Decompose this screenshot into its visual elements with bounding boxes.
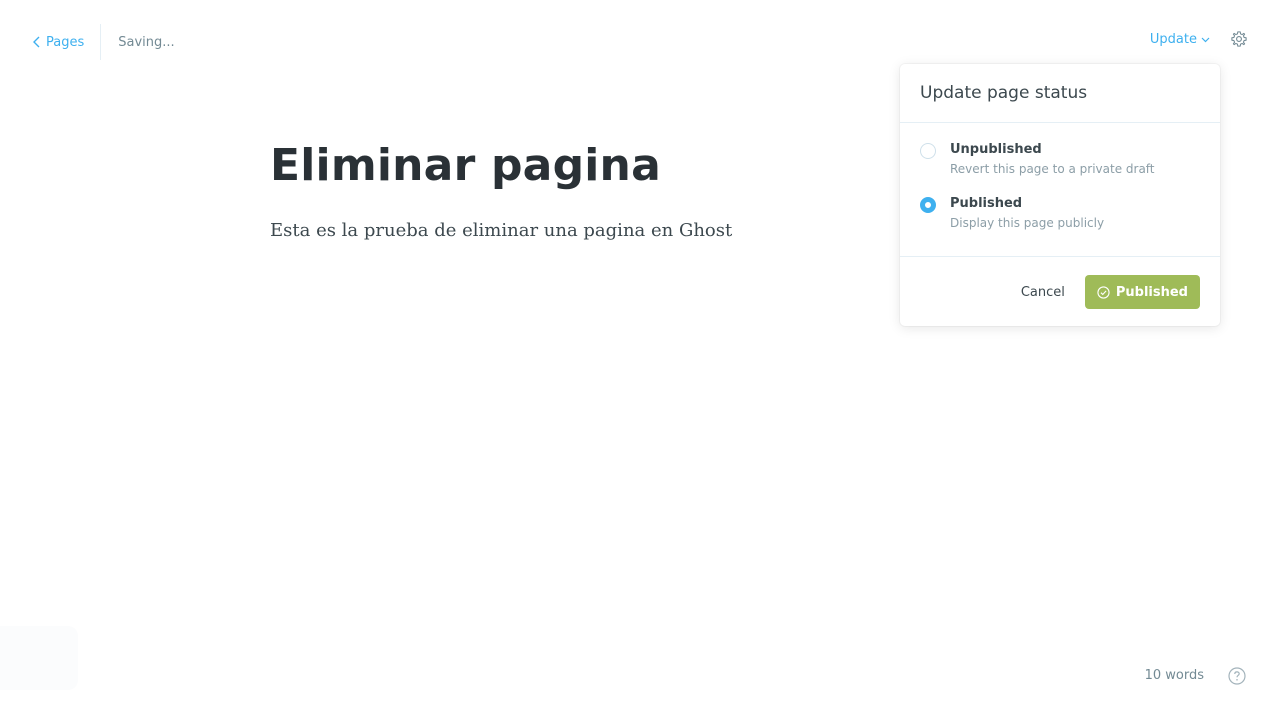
editor-page: Pages Saving... Update Eliminar pagina E… bbox=[0, 0, 1280, 720]
chevron-down-icon bbox=[1201, 37, 1210, 43]
check-circle-icon bbox=[1097, 285, 1110, 299]
dropdown-footer: Cancel Published bbox=[900, 257, 1220, 327]
word-count: 10 words bbox=[1144, 668, 1204, 683]
option-unpublished[interactable]: Unpublished Revert this page to a privat… bbox=[920, 141, 1200, 177]
help-circle-icon[interactable] bbox=[1228, 667, 1246, 685]
status-options: Unpublished Revert this page to a privat… bbox=[900, 123, 1220, 257]
cancel-button[interactable]: Cancel bbox=[1021, 285, 1065, 300]
radio-unpublished[interactable] bbox=[920, 143, 936, 159]
update-status-dropdown: Update page status Unpublished Revert th… bbox=[900, 64, 1220, 326]
dropdown-heading: Update page status bbox=[900, 64, 1220, 123]
bottom-left-panel bbox=[0, 626, 78, 690]
gear-icon[interactable] bbox=[1230, 30, 1248, 48]
save-status: Saving... bbox=[118, 34, 175, 50]
option-title: Unpublished bbox=[950, 142, 1042, 157]
editor-nav: Pages Saving... bbox=[32, 24, 175, 60]
option-published[interactable]: Published Display this page publicly bbox=[920, 195, 1200, 231]
back-label: Pages bbox=[46, 34, 85, 50]
option-description: Display this page publicly bbox=[950, 216, 1105, 230]
update-menu-trigger[interactable]: Update bbox=[1150, 32, 1210, 47]
option-published-text: Published Display this page publicly bbox=[950, 195, 1104, 231]
page-body[interactable]: Esta es la prueba de eliminar una pagina… bbox=[270, 220, 732, 241]
update-label: Update bbox=[1149, 31, 1197, 47]
radio-published[interactable] bbox=[920, 197, 936, 213]
publish-button[interactable]: Published bbox=[1084, 275, 1200, 309]
publish-button-label: Published bbox=[1115, 284, 1188, 300]
option-unpublished-text: Unpublished Revert this page to a privat… bbox=[950, 141, 1155, 177]
back-to-pages-link[interactable]: Pages bbox=[32, 24, 102, 60]
option-description: Revert this page to a private draft bbox=[950, 162, 1155, 176]
page-title[interactable]: Eliminar pagina bbox=[270, 140, 661, 191]
chevron-left-icon bbox=[33, 36, 40, 48]
editor-actions: Update bbox=[1150, 30, 1248, 48]
option-title: Published bbox=[950, 196, 1023, 211]
